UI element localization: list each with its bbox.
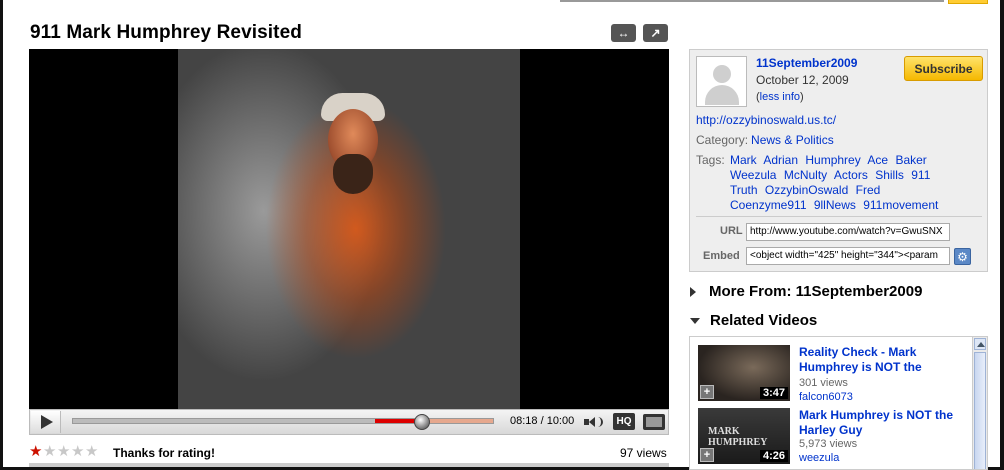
related-views: 301 views	[799, 377, 848, 389]
channel-name-link[interactable]: 11September2009	[756, 56, 857, 70]
collapsed-arrow-icon	[690, 286, 696, 297]
star-icon[interactable]: ★	[29, 444, 43, 459]
scroll-thumb[interactable]	[974, 352, 986, 469]
volume-wave	[597, 417, 603, 427]
related-scrollbar[interactable]	[972, 337, 987, 469]
tag-link[interactable]: Shills	[875, 168, 904, 182]
video-duration: 3:47	[759, 387, 788, 399]
tag-link[interactable]: Adrian	[763, 153, 798, 167]
view-count: 97 views	[620, 446, 667, 460]
expanded-arrow-icon	[690, 317, 700, 324]
subscribe-button[interactable]: Subscribe	[904, 56, 983, 81]
tag-link[interactable]: Ace	[867, 153, 888, 167]
rating-message: Thanks for rating!	[113, 446, 216, 460]
fullscreen-icon[interactable]	[643, 414, 665, 430]
related-title-link[interactable]: Mark Humphrey is NOT the Harley Guy	[799, 408, 959, 438]
video-frame[interactable]	[178, 49, 520, 409]
video-figure-beard	[333, 154, 373, 194]
category-link[interactable]: News & Politics	[751, 133, 834, 147]
url-field[interactable]: http://www.youtube.com/watch?v=GwuSNX	[746, 223, 950, 241]
related-item[interactable]: MARK HUMPHREY + 4:26 Mark Humphrey is NO…	[698, 408, 968, 468]
popout-icon[interactable]: ↗	[643, 24, 668, 42]
hq-button[interactable]: HQ	[613, 413, 635, 430]
tag-link[interactable]: Truth	[730, 183, 758, 197]
tag-link[interactable]: Baker	[895, 153, 926, 167]
player-controls: 08:18 / 10:00 HQ	[29, 409, 669, 435]
star-icon[interactable]: ★	[57, 444, 71, 459]
tags-list: Mark Adrian Humphrey Ace Baker Weezula M…	[730, 153, 966, 213]
content-divider	[29, 463, 669, 467]
related-user-link[interactable]: weezula	[799, 452, 839, 464]
add-to-quicklist-icon[interactable]: +	[700, 448, 714, 462]
tag-link[interactable]: Weezula	[730, 168, 776, 182]
related-thumbnail[interactable]: MARK HUMPHREY + 4:26	[698, 408, 790, 464]
related-views: 5,973 views	[799, 438, 858, 450]
related-item[interactable]: + 3:47 Reality Check - Mark Humphrey is …	[698, 345, 968, 405]
video-title: 911 Mark Humphrey Revisited	[30, 22, 302, 43]
video-info-panel: 11September2009 October 12, 2009 (less i…	[689, 49, 988, 272]
related-thumbnail[interactable]: + 3:47	[698, 345, 790, 401]
related-title-link[interactable]: Reality Check - Mark Humphrey is NOT the	[799, 345, 959, 375]
volume-cone	[589, 417, 595, 427]
wide-player-icon[interactable]: ↔	[611, 24, 636, 42]
category-line: Category: News & Politics	[696, 133, 834, 147]
more-from-header[interactable]: More From: 11September2009	[690, 283, 922, 300]
time-display: 08:18 / 10:00	[510, 415, 575, 427]
embed-label: Embed	[703, 250, 740, 262]
tag-link[interactable]: 911movement	[863, 198, 938, 212]
tags-label: Tags:	[696, 153, 725, 167]
more-from-title: More From: 11September2009	[709, 283, 923, 300]
seek-bar[interactable]	[72, 414, 494, 430]
channel-avatar[interactable]	[696, 56, 747, 107]
seek-handle[interactable]	[413, 414, 430, 430]
related-videos-header[interactable]: Related Videos	[690, 312, 817, 329]
gear-icon[interactable]: ⚙	[954, 248, 971, 265]
tag-link[interactable]: Mark	[730, 153, 757, 167]
star-icon[interactable]: ★	[71, 444, 85, 459]
less-info-close: )	[800, 91, 804, 103]
top-strip	[0, 0, 1004, 4]
tag-link[interactable]: 9llNews	[814, 198, 856, 212]
url-label: URL	[720, 225, 743, 237]
tag-link[interactable]: Fred	[856, 183, 881, 197]
video-player[interactable]	[29, 49, 669, 409]
related-videos-title: Related Videos	[710, 312, 818, 329]
video-duration: 4:26	[759, 450, 788, 462]
top-button-edge[interactable]	[948, 0, 988, 4]
tag-link[interactable]: McNulty	[784, 168, 827, 182]
upload-date: October 12, 2009	[756, 73, 849, 87]
scroll-up-icon[interactable]	[974, 338, 986, 350]
play-icon[interactable]	[31, 411, 61, 433]
thumbnail-caption: MARK HUMPHREY	[708, 426, 768, 448]
star-icon[interactable]: ★	[85, 444, 99, 459]
channel-site-link[interactable]: http://ozzybinoswald.us.tc/	[696, 113, 836, 127]
category-label: Category:	[696, 133, 749, 147]
less-info-link[interactable]: less info	[760, 91, 800, 103]
embed-field[interactable]: <object width="425" height="344"><param	[746, 247, 950, 265]
tag-link[interactable]: Coenzyme911	[730, 198, 807, 212]
info-separator	[696, 216, 982, 217]
tag-link[interactable]: 911	[911, 168, 930, 182]
tag-link[interactable]: Actors	[834, 168, 868, 182]
volume-icon[interactable]	[584, 415, 606, 429]
tag-link[interactable]: Humphrey	[805, 153, 860, 167]
star-rating[interactable]: ★ ★ ★ ★ ★	[29, 444, 99, 459]
related-user-link[interactable]: falcon6073	[799, 391, 853, 403]
add-to-quicklist-icon[interactable]: +	[700, 385, 714, 399]
less-info: (less info)	[756, 91, 804, 103]
tag-link[interactable]: OzzybinOswald	[765, 183, 848, 197]
star-icon[interactable]: ★	[43, 444, 57, 459]
related-videos-list: + 3:47 Reality Check - Mark Humphrey is …	[689, 336, 988, 470]
top-divider	[560, 0, 944, 2]
seek-progress	[73, 419, 376, 423]
